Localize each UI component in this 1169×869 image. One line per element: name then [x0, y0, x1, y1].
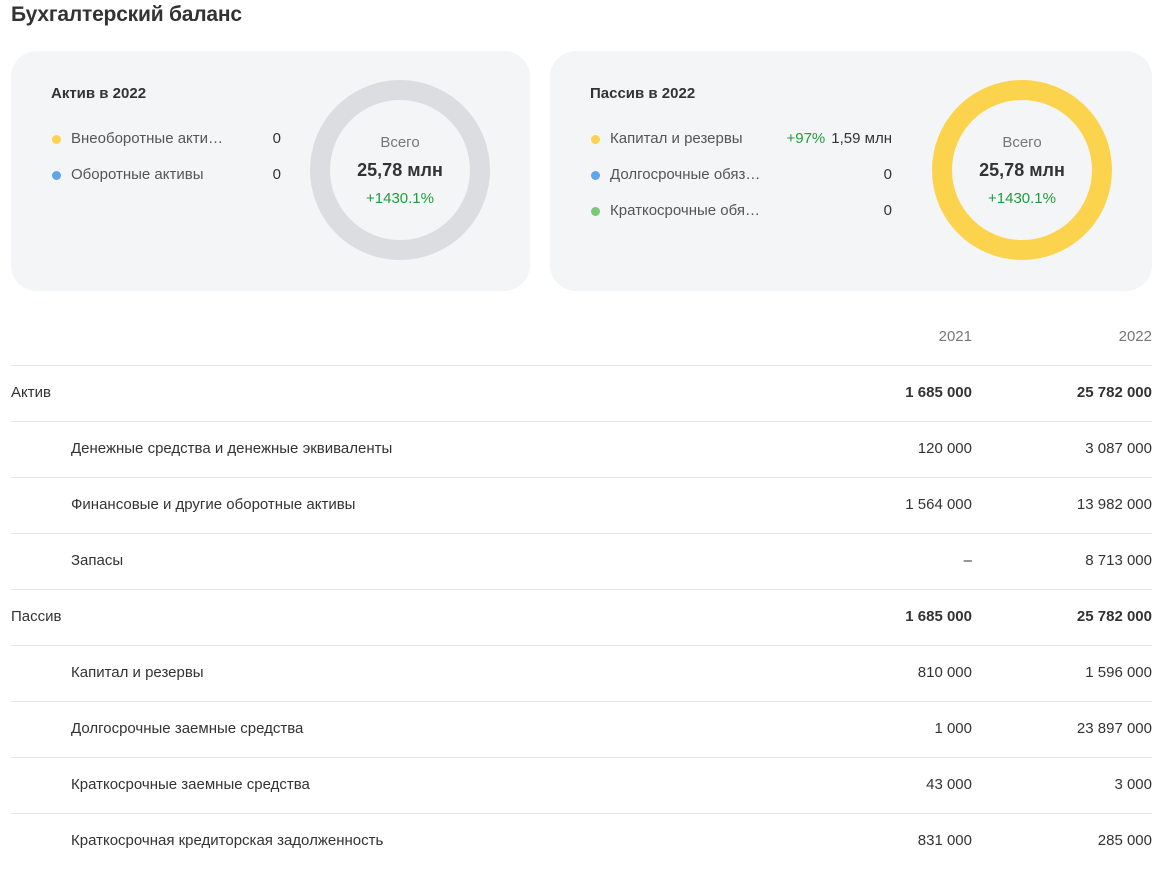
- table-row: Капитал и резервы 810 000 1 596 000: [11, 646, 1152, 702]
- row-label: Краткосрочные заемные средства: [71, 776, 310, 793]
- donut-total: 25,78 млн: [979, 160, 1065, 180]
- value-2021: 120 000: [917, 440, 972, 457]
- donut-growth: +1430.1%: [366, 190, 434, 207]
- legend-value: 0: [272, 130, 281, 147]
- liabilities-summary-card: Пассив в 2022 Капитал и резервы +97% 1,59…: [550, 51, 1152, 291]
- legend-item-current-assets[interactable]: Оборотные активы 0: [51, 165, 281, 185]
- legend-value: +97% 1,59 млн: [786, 129, 892, 149]
- legend-value: 0: [272, 166, 281, 183]
- value-2022: 3 000: [1114, 776, 1152, 793]
- table-row: Долгосрочные заемные средства 1 000 23 897…: [11, 702, 1152, 758]
- page-title: Бухгалтерский баланс: [11, 3, 242, 26]
- table-row: Краткосрочные заемные средства 43 000 3 00…: [11, 758, 1152, 814]
- value-2022: 13 982 000: [1076, 496, 1152, 513]
- legend-value: 0: [883, 202, 892, 219]
- value-2021: –: [963, 552, 972, 569]
- liabilities-donut-chart: Всего 25,78 млн +1430.1%: [932, 80, 1112, 260]
- value-2021: 43 000: [926, 776, 972, 793]
- row-label: Краткосрочная кредиторская задолженность: [71, 832, 384, 849]
- row-label: Запасы: [71, 552, 124, 569]
- table-group-row: Актив 1 685 000 25 782 000: [11, 366, 1152, 422]
- column-header-2022: 2022: [1118, 328, 1152, 345]
- legend-dot-icon: [591, 207, 600, 216]
- value-2022: 3 087 000: [1085, 440, 1152, 457]
- value-2021: 1 685 000: [905, 384, 972, 401]
- donut-growth: +1430.1%: [988, 190, 1056, 207]
- table-row: Краткосрочная кредиторская задолженность…: [11, 814, 1152, 869]
- legend-dot-icon: [52, 135, 61, 144]
- row-label: Пассив: [11, 608, 62, 625]
- column-header-2021: 2021: [938, 328, 972, 345]
- value-2022: 23 897 000: [1076, 720, 1152, 737]
- legend-item-shortterm-liabilities[interactable]: Краткосрочные обя… 0: [590, 201, 892, 221]
- legend-label: Краткосрочные обя…: [610, 202, 761, 219]
- assets-card-title: Актив в 2022: [51, 85, 147, 102]
- table-row: Запасы – 8 713 000: [11, 534, 1152, 590]
- value-2022: 285 000: [1097, 832, 1152, 849]
- row-label: Долгосрочные заемные средства: [71, 720, 304, 737]
- legend-dot-icon: [52, 171, 61, 180]
- table-header: 2021 2022: [11, 309, 1152, 366]
- value-2021: 810 000: [917, 664, 972, 681]
- legend-dot-icon: [591, 171, 600, 180]
- donut-total: 25,78 млн: [357, 160, 443, 180]
- legend-amount: 1,59 млн: [831, 130, 892, 147]
- legend-delta: +97%: [786, 130, 826, 147]
- table-group-row: Пассив 1 685 000 25 782 000: [11, 590, 1152, 646]
- legend-item-capital-reserves[interactable]: Капитал и резервы +97% 1,59 млн: [590, 129, 892, 149]
- value-2021: 831 000: [917, 832, 972, 849]
- assets-donut-chart: Всего 25,78 млн +1430.1%: [310, 80, 490, 260]
- table-row: Денежные средства и денежные эквиваленты…: [11, 422, 1152, 478]
- legend-item-noncurrent-assets[interactable]: Внеоборотные акти… 0: [51, 129, 281, 149]
- legend-value: 0: [883, 166, 892, 183]
- value-2021: 1 564 000: [905, 496, 972, 513]
- value-2022: 25 782 000: [1076, 608, 1152, 625]
- legend-label: Внеоборотные акти…: [71, 130, 224, 147]
- legend-label: Капитал и резервы: [610, 130, 743, 147]
- row-label: Актив: [11, 384, 51, 401]
- value-2022: 8 713 000: [1085, 552, 1152, 569]
- legend-label: Долгосрочные обяз…: [610, 166, 761, 183]
- legend-item-longterm-liabilities[interactable]: Долгосрочные обяз… 0: [590, 165, 892, 185]
- row-label: Финансовые и другие оборотные активы: [71, 496, 356, 513]
- legend-dot-icon: [591, 135, 600, 144]
- assets-summary-card: Актив в 2022 Внеоборотные акти… 0 Оборот…: [11, 51, 530, 291]
- legend-label: Оборотные активы: [71, 166, 204, 183]
- value-2021: 1 685 000: [905, 608, 972, 625]
- value-2022: 1 596 000: [1085, 664, 1152, 681]
- donut-caption: Всего: [380, 134, 420, 151]
- row-label: Капитал и резервы: [71, 664, 204, 681]
- balance-table: 2021 2022 Актив 1 685 000 25 782 000 Денежн…: [11, 309, 1152, 869]
- row-label: Денежные средства и денежные эквиваленты: [71, 440, 393, 457]
- table-row: Финансовые и другие оборотные активы 1 56…: [11, 478, 1152, 534]
- value-2021: 1 000: [934, 720, 972, 737]
- value-2022: 25 782 000: [1076, 384, 1152, 401]
- donut-caption: Всего: [1002, 134, 1042, 151]
- liabilities-card-title: Пассив в 2022: [590, 85, 696, 102]
- table-body: Актив 1 685 000 25 782 000 Денежные средств…: [11, 366, 1152, 869]
